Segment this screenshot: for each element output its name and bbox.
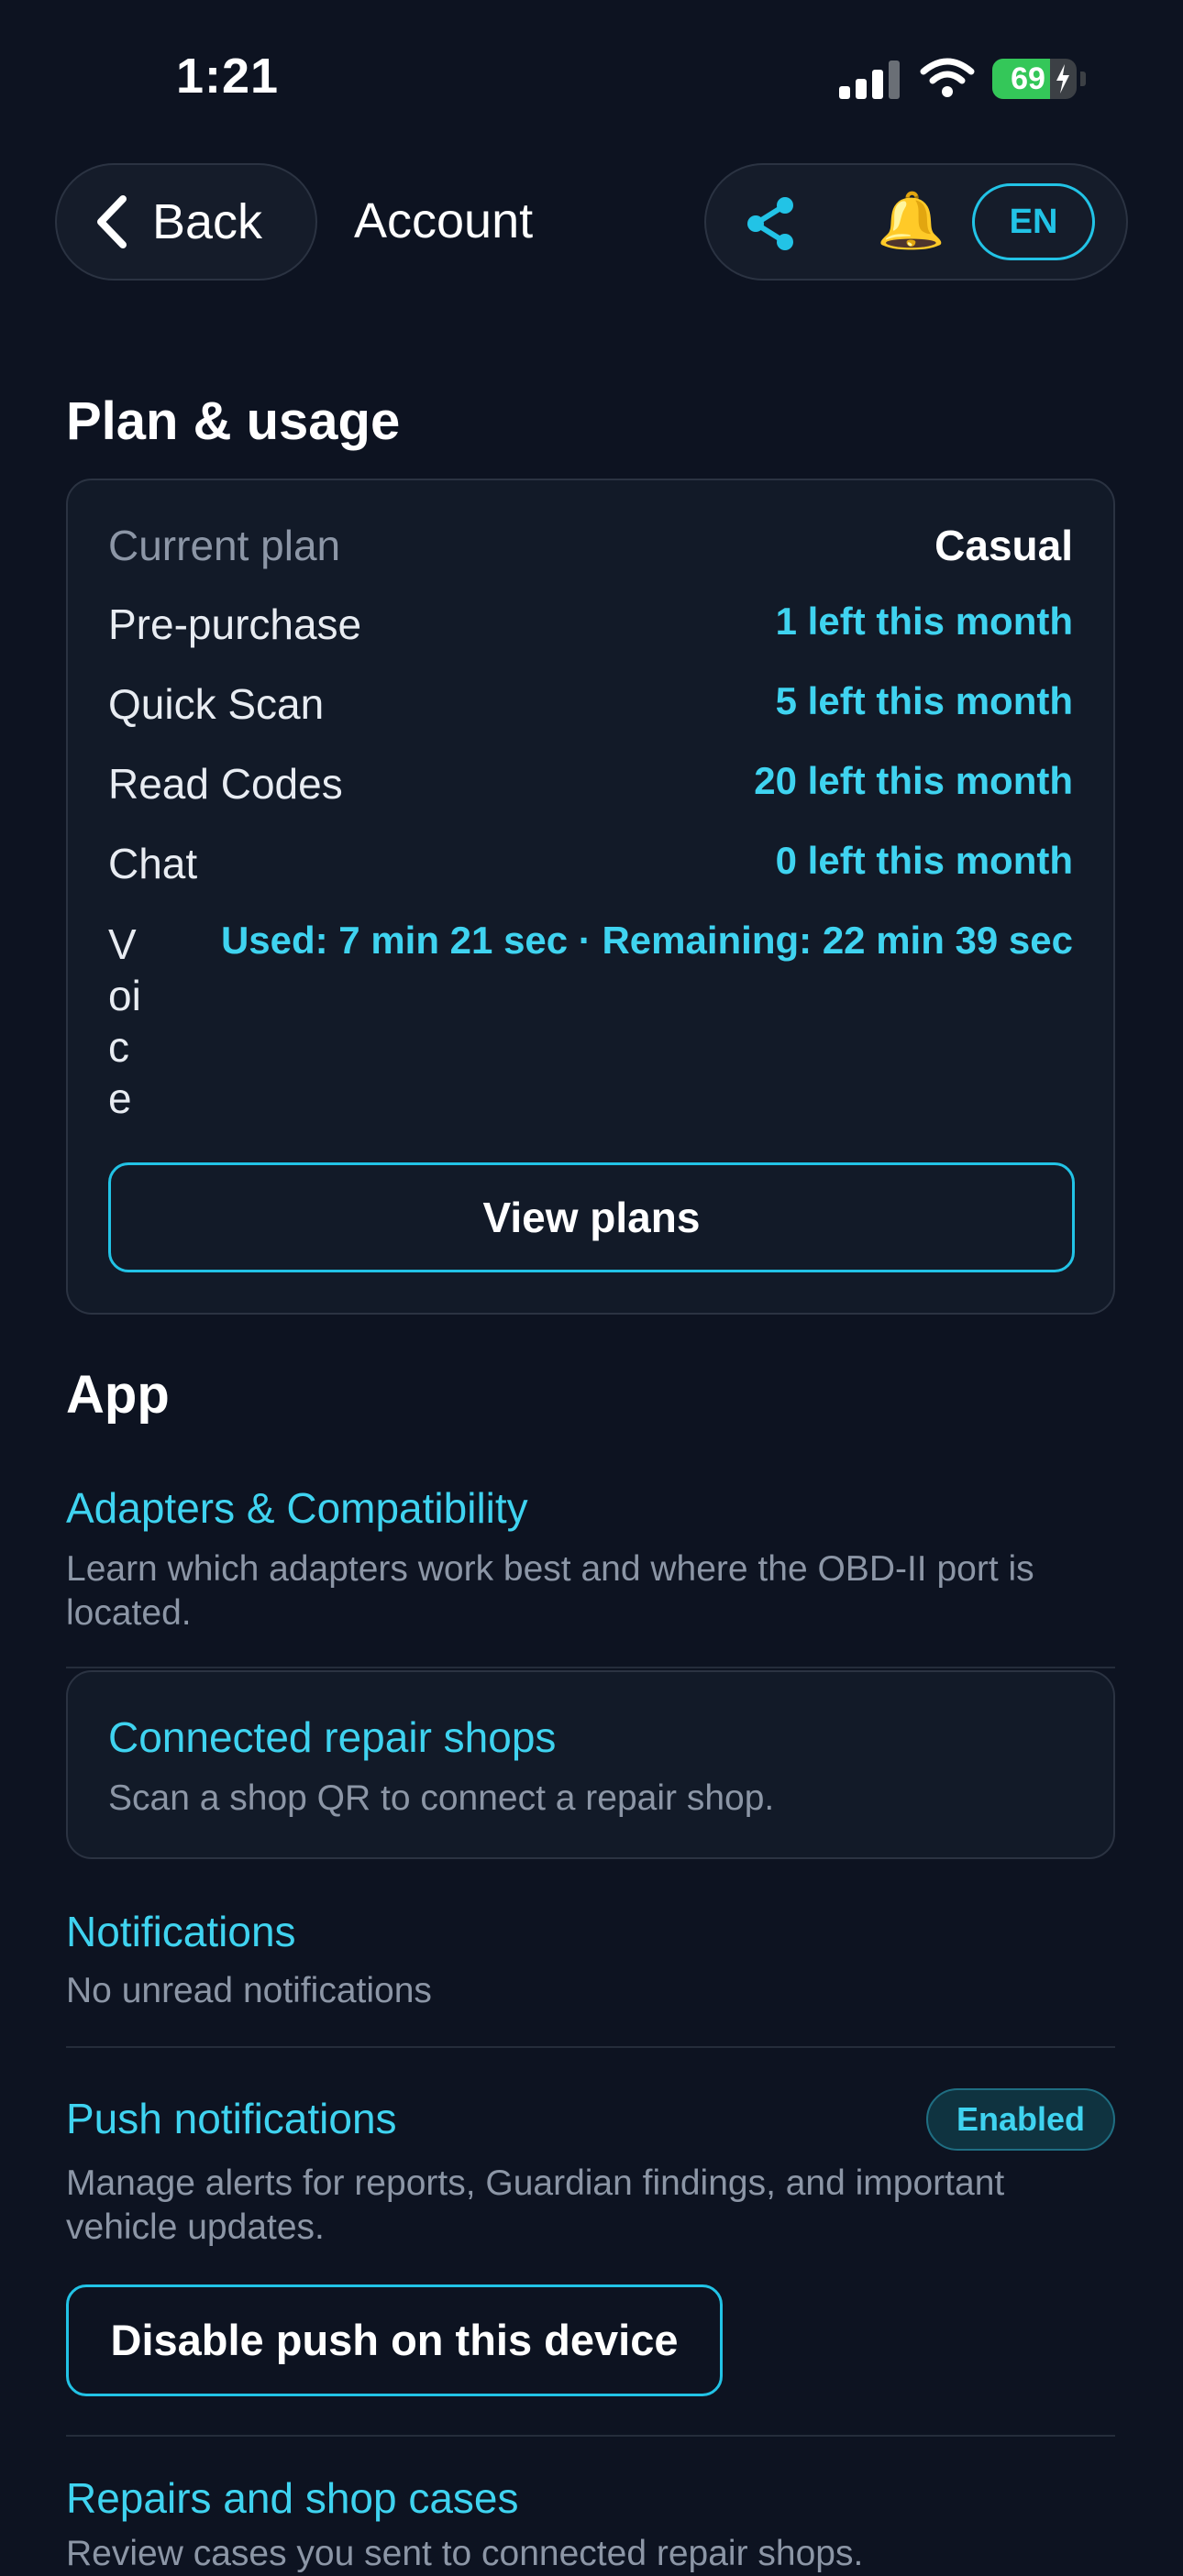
usage-label: Chat (108, 840, 198, 887)
repairs-link[interactable]: Repairs and shop cases (66, 2473, 519, 2523)
adapters-link[interactable]: Adapters & Compatibility (66, 1483, 528, 1533)
battery-cap (1080, 72, 1086, 86)
usage-label: Pre-purchase (108, 600, 362, 648)
status-badge: Enabled (926, 2088, 1115, 2151)
battery-level: 69 (1011, 61, 1045, 96)
status-time: 1:21 (176, 49, 280, 104)
usage-value: 20 left this month (754, 759, 1073, 802)
voice-value: Used: 7 min 21 sec · Remaining: 22 min 3… (220, 919, 1073, 962)
usage-label: Read Codes (108, 760, 343, 808)
notifications-description: No unread notifications (66, 1971, 432, 2010)
header-actions: 🔔 EN (704, 163, 1128, 281)
language-toggle[interactable]: EN (972, 183, 1095, 260)
repair-shops-card[interactable]: Connected repair shops Scan a shop QR to… (66, 1670, 1115, 1859)
app-section-title: App (66, 1365, 170, 1425)
usage-label: Quick Scan (108, 680, 325, 728)
voice-label: Voice (108, 920, 141, 1122)
bell-icon[interactable]: 🔔 (877, 191, 945, 251)
wifi-icon (920, 58, 975, 97)
repair-shops-description: Scan a shop QR to connect a repair shop. (108, 1778, 775, 1818)
adapters-description: Learn which adapters work best and where… (66, 1549, 1034, 1633)
disable-push-button[interactable]: Disable push on this device (66, 2284, 723, 2396)
current-plan-label: Current plan (108, 522, 341, 569)
repairs-description: Review cases you sent to connected repai… (66, 2534, 864, 2573)
plan-usage-card: Current plan Casual Pre-purchase 1 left … (66, 479, 1115, 1315)
push-description: Manage alerts for reports, Guardian find… (66, 2163, 1005, 2247)
divider (66, 1667, 1115, 1668)
back-label: Back (152, 194, 263, 249)
usage-value: 0 left this month (775, 839, 1073, 882)
divider (66, 2046, 1115, 2048)
battery-icon: 69 (992, 59, 1077, 99)
share-icon[interactable] (743, 196, 798, 251)
signal-icon (839, 61, 900, 99)
divider (66, 2435, 1115, 2437)
notifications-link[interactable]: Notifications (66, 1907, 296, 1956)
push-notifications-title[interactable]: Push notifications (66, 2094, 397, 2143)
page-title: Account (354, 193, 534, 248)
current-plan-value: Casual (934, 522, 1073, 569)
plan-usage-title: Plan & usage (66, 391, 401, 451)
chevron-left-icon (97, 195, 127, 248)
usage-value: 1 left this month (775, 600, 1073, 643)
back-button[interactable]: Back (55, 163, 317, 281)
usage-value: 5 left this month (775, 679, 1073, 722)
view-plans-button[interactable]: View plans (108, 1162, 1075, 1272)
repair-shops-title[interactable]: Connected repair shops (108, 1712, 556, 1762)
status-bar: 1:21 69 (0, 0, 1183, 156)
